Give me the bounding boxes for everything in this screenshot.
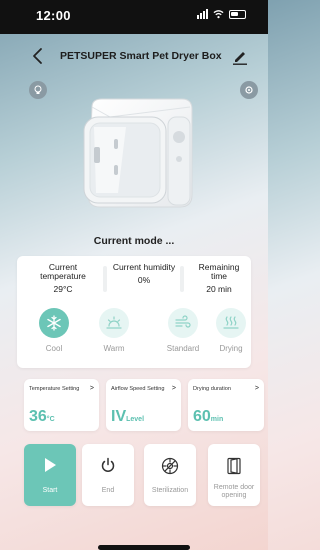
sterilization-label: Sterilization: [151, 487, 189, 494]
current-mode-label: Current mode ...: [93, 235, 175, 247]
divider: [180, 266, 184, 292]
status-icons: [197, 9, 246, 19]
gear-icon: [245, 86, 253, 94]
heat-waves-icon: [223, 316, 239, 329]
mode-warm-circle: [99, 308, 129, 338]
drying-duration-card[interactable]: Drying duration > 60min: [188, 379, 264, 431]
signal-icon: [197, 9, 208, 19]
current-humidity-value: 0%: [137, 275, 151, 285]
current-temperature-label: Current temperature: [40, 262, 86, 281]
sterilization-button[interactable]: Sterilization: [144, 444, 196, 506]
edit-icon[interactable]: [232, 49, 248, 65]
current-humidity-label: Current humidity: [112, 262, 176, 272]
mode-standard[interactable]: Standard: [160, 308, 206, 353]
mode-drying-label: Drying: [219, 344, 243, 353]
mode-warm[interactable]: Warm: [94, 308, 134, 353]
mode-standard-circle: [168, 308, 198, 338]
mode-cool-label: Cool: [45, 344, 63, 353]
status-card: Current temperature 29°C Current humidit…: [17, 256, 251, 368]
chevron-right-icon: >: [171, 385, 176, 392]
mode-cool-circle: [39, 308, 69, 338]
nav-bar: PETSUPER Smart Pet Dryer Box: [0, 34, 268, 78]
mode-drying[interactable]: Drying: [211, 308, 251, 353]
airflow-setting-value: IVLevel: [111, 408, 144, 426]
remote-door-button[interactable]: Remote door opening: [208, 444, 260, 506]
battery-icon: [229, 9, 246, 19]
power-icon: [101, 457, 115, 472]
mode-standard-label: Standard: [166, 344, 200, 353]
dryer-box-image: [83, 98, 193, 208]
snowflake-icon: [47, 315, 61, 331]
wifi-icon: [213, 10, 224, 19]
remaining-time: Remaining time 20 min: [193, 262, 245, 295]
airflow-unit: Level: [126, 416, 145, 423]
temperature-value: 36: [29, 408, 47, 425]
temperature-setting-card[interactable]: Temperature Setting > 36°C: [24, 379, 99, 431]
drying-value: 60: [193, 408, 211, 425]
sun-icon: [106, 316, 122, 329]
mode-warm-label: Warm: [103, 344, 125, 353]
drying-duration-value: 60min: [193, 408, 223, 426]
drying-duration-label: Drying duration: [193, 386, 231, 392]
mode-drying-circle: [216, 308, 246, 338]
settings-button[interactable]: [240, 81, 258, 99]
start-button[interactable]: Start: [24, 444, 76, 506]
wind-icon: [175, 315, 191, 328]
chevron-right-icon: >: [89, 385, 94, 392]
sterilization-icon: [161, 457, 179, 475]
end-button[interactable]: End: [82, 444, 134, 506]
temperature-setting-value: 36°C: [29, 408, 55, 426]
back-button[interactable]: [31, 47, 45, 65]
end-label: End: [101, 487, 115, 494]
current-temperature-value: 29°C: [53, 284, 73, 294]
start-label: Start: [42, 487, 58, 494]
chevron-right-icon: >: [254, 385, 259, 392]
remote-door-label: Remote door opening: [213, 484, 255, 499]
play-icon: [45, 458, 56, 472]
page-title: PETSUPER Smart Pet Dryer Box: [60, 50, 222, 62]
drying-unit: min: [210, 416, 224, 423]
light-button[interactable]: [29, 81, 47, 99]
airflow-value: IV: [111, 408, 127, 425]
temperature-unit: °C: [46, 416, 55, 423]
remaining-time-value: 20 min: [206, 284, 232, 294]
current-humidity: Current humidity 0%: [112, 262, 176, 286]
current-temperature: Current temperature 29°C: [31, 262, 95, 295]
lightbulb-icon: [34, 85, 42, 94]
divider: [103, 266, 107, 292]
home-indicator: [98, 545, 190, 550]
door-icon: [227, 457, 241, 475]
airflow-setting-card[interactable]: Airflow Speed Setting > IVLevel: [106, 379, 181, 431]
airflow-setting-label: Airflow Speed Setting: [111, 386, 165, 392]
remaining-time-label: Remaining time: [198, 262, 240, 281]
mode-cool[interactable]: Cool: [34, 308, 74, 353]
status-time: 12:00: [36, 8, 71, 23]
temperature-setting-label: Temperature Setting: [29, 386, 80, 392]
status-bar: 12:00: [0, 0, 268, 34]
